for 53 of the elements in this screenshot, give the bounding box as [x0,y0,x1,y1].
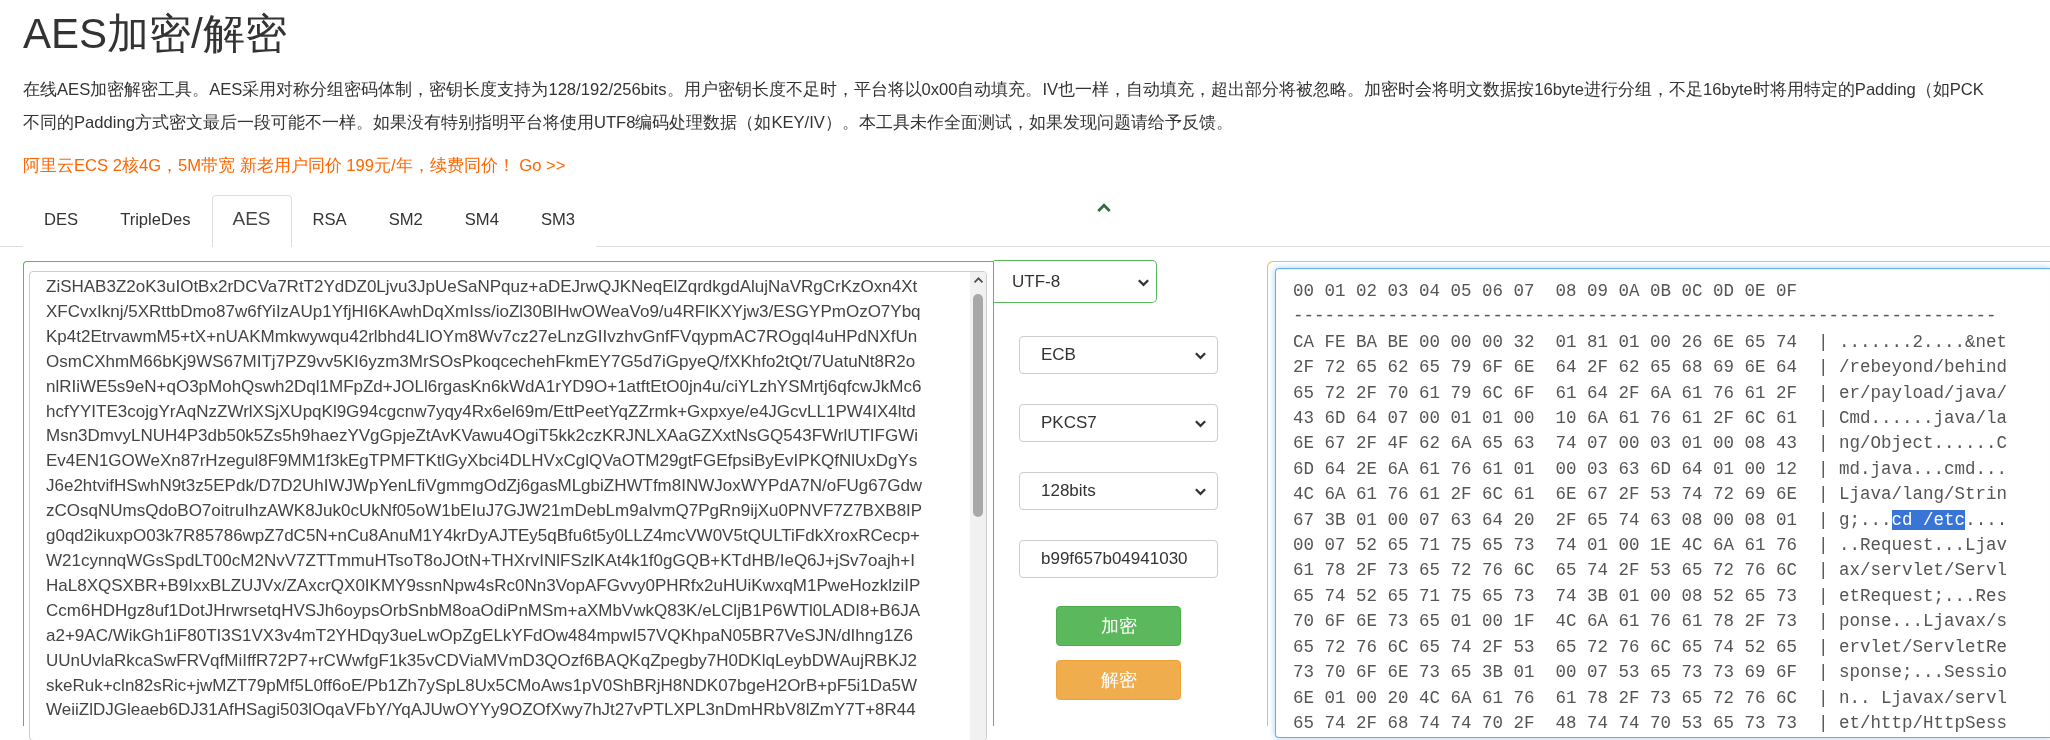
hex-line: 6D 64 2E 6A 61 76 61 01 00 03 63 6D 64 01 00 12 | md.java...cmd... [1293,457,2008,481]
hex-header: 00 01 02 03 04 05 06 07 08 09 0A 0B 0C 0D 0E 0F [1293,280,1798,303]
scroll-up-icon [972,276,984,284]
text-line: W21cynnqWGsSpdLT00cM2NvV7ZTTmmuHTsoT8oJOtN+THXrvINlFSzlKAt4k1f0gGQB+KTdHB/IeQ6J+jSv7oajh+I [46,549,915,572]
chevron-down-icon [1194,486,1207,496]
ciphertext-area[interactable] [29,271,987,740]
chevron-down-icon [1194,350,1207,360]
hex-line: CA FE BA BE 00 00 00 32 01 81 01 00 26 6E 65 74 | .......2....&net [1293,330,2008,354]
text-line: OsmCXhmM66bKj9WS67MITj7PZ9vv5KI6yzm3MrSOsPkoqcechehFkmEY7G5d7iGpyeQ/fXKhfo2tQt/7UatuNt8R2o [46,350,916,373]
dropdown[interactable]: ECB [1019,336,1218,374]
text-line: Ccm6HDHgz8uf1DotJHrwrsetqHVSJh6oypsOrbSnbM8oaOdiPnMSm+aXMbVwkQ83K/eLCljB1P6WTl0LADI8+B6JA [46,599,920,622]
separator-line: ------------------------------------------------------------------- [1293,305,1997,329]
hex-line: 67 3B 01 00 07 63 64 20 2F 65 74 63 08 00 08 01 | g;...cd /etc.... [1293,508,2008,532]
text-line: hcfYYITE3cojgYrAqNzZWrlXSjXUpqKl9G94cgcnw7yqy4Rx6el69m/EttPeetYqZZrmk+Gxpxye/e4JGcvLL1PW4IX4ltd [46,400,916,423]
hex-line: 6E 01 00 20 4C 6A 61 76 61 78 2F 73 65 72 76 6C | n.. Ljavax/servl [1293,686,2008,710]
hex-dump-area[interactable] [1275,268,2050,738]
text-line: nlRIiWE5s9eN+qO3pMohQswh2Dql1MFpZd+JOLl6rgasKn6kWdA1rYD9O+1atftEtO0jn4u/ciYLzhYSMrtj6qfcwJkMc6 [46,375,922,398]
text-line: ZiSHAB3Z2oK3uIOtBx2rDCVa7RtT2YdDZ0Ljvu3JpUeSaNPquz+aDEJrwQJKNeqElZqrdkgdAlujNaVRgCrKzOxn4Xt [46,276,918,298]
text-line: UUnUvlaRkcaSwFRVqfMiIffR72P7+rCWwfgF1k35vCDViaMVmD3QOzf6BAQKqZpegby7H0DKlqLeybDWAujRBKJ2 [46,649,917,672]
hex-line: 2F 72 65 62 65 79 6F 6E 64 2F 62 65 68 69 6E 64 | /rebeyond/behind [1293,356,2008,380]
description-text: 不同的Padding方式密文最后一段可能不一样。如果没有特别指明平台将使用UTF8编码处理数据（如KEY/IV）。本工具未作全面测试，如果发现问题请给予反馈。 [23,112,1233,134]
key-field[interactable]: b99f657b04941030 [1019,540,1218,578]
text-line: zCOsqNUmsQdoBO7oitruIhzAWK8Juk0cUkNf05oW1bEIuJ7GJW21mDebLm9aIvmQ7PgRn9ijXu0PNVF7Z7BXB8IP [46,500,923,523]
page-title: AES加密/解密 [23,10,287,58]
hex-line: 00 07 52 65 71 75 65 73 74 01 00 1E 4C 6A 61 76 | ..Request...Ljav [1293,534,2008,558]
chevron-up-icon [1096,202,1113,213]
hex-line: 65 74 52 65 71 75 65 73 74 3B 01 00 08 52 65 73 | etRequest;...Res [1293,584,2008,608]
text-line: a2+9AC/WikGh1iF80TI3S1VX3v4mT2YHDqy3ueLwOpZgELkYFdOw484mpwI57VQKhpaN05BR7VeSJN/dIhng1Z6 [46,624,913,647]
dropdown[interactable]: 128bits [1019,472,1218,510]
hex-line: 4C 6A 61 76 61 2F 6C 61 6E 67 2F 53 74 72 69 6E | Ljava/lang/Strin [1293,483,2008,507]
scrollbar[interactable] [970,272,986,740]
hex-line: 65 72 76 6C 65 74 2F 53 65 72 76 6C 65 74 52 65 | ervlet/ServletRe [1293,635,2008,659]
text-line: WeiiZlDJGleaeb6DJ31AfHSagi503lOqaVFbY/YqAJUwOYYy9OZOfXwy7hJt27vPTLXPL3nDmHRbV8lZmY7T+8R44 [46,699,916,722]
text-line: Ev4EN1GOWeXn87rHzegul8F9MM1f3kEgTPMFTKtlGyXbci4DLHVxCglQVaOTM29gtFGEfpsiByEvIPKQfNlUxDgYs [46,450,918,473]
text-line: J6e2htvifHSwhN9t3z5EPdk/D7D2UhIWJWpYenLfiVgmmgOdZj6gasMLgbiZHWTfm8INWJoxWYPdA7N/oFUg67Gdw [46,475,923,498]
text-line: g0qd2ikuxpO03k7R85786wpZ7dC5N+nCu8AnuM1Y4krDyAJTEy5qBfu6t5y0LLZ4mcVW0V5tQULTiFdkXroxRCecp+ [46,525,921,548]
chevron-down-icon [1137,277,1150,287]
hex-line: 70 6F 6E 73 65 01 00 1F 4C 6A 61 76 61 78 2F 73 | ponse...Ljavax/s [1293,610,2008,634]
description-text: 在线AES加密解密工具。AES采用对称分组密码体制，密钥长度支持为128/192/256bits。用户密钥长度不足时，平台将以0x00自动填充。IV也一样，自动填充，超出部分将被忽略。加密时会将明文数据按16byte进行分组，不足16byte时将用特定的Padding（如PCK [23,79,1984,101]
text-line: HaL8XQSXBR+B9IxxBLZUJVx/ZAxcrQX0IKMY9ssnNpw4sRc0Nn3VopAFGvvy0PHRfx2uHUiKwxqM1PweHozklziIP [46,574,921,597]
dropdown[interactable]: PKCS7 [1019,404,1218,442]
hex-line: 65 72 2F 70 61 79 6C 6F 61 64 2F 6A 61 76 61 2F | er/payload/java/ [1293,381,2008,405]
hex-line: 65 74 2F 68 74 74 70 2F 48 74 74 70 53 65 73 73 | et/http/HttpSess [1293,711,2008,735]
tab[interactable]: AES [211,195,292,247]
hex-line: 61 78 2F 73 65 72 76 6C 65 74 2F 53 65 72 76 6C | ax/servlet/Servl [1293,559,2008,583]
text-line: Kp4t2EtrvawmM5+tX+nUAKMmkwywqu42rlbhd4LIOYm8Wv7cz27eLnzGIIvzhvGnfFVqypmAC7ROgqI4uHPdNXfUn [46,325,918,348]
text-line: skeRuk+cln82sRic+jwMZT79pMf5L0ff6oE/Pb1Zh7ySpL8Ux5CMoAws1pV0ShBRjH8NDK07bgeH2OrB+pF5i1Da5W [46,674,918,697]
chevron-down-icon [1194,418,1207,428]
text-line: XFCvxIknj/5XRttbDmo87w6fYiIzAUp1YfjHI6KAwhDqXmIss/ioZl30BlHwOWeaVo9/u4RFlKXYjw3/ESGYPmOzO7Ybq [46,300,921,323]
hex-line: 73 70 6F 6E 73 65 3B 01 00 07 53 65 73 73 69 6F | sponse;...Sessio [1293,661,2008,685]
hex-line: 6E 67 2F 4F 62 6A 65 63 74 07 00 03 01 00 08 43 | ng/Object......C [1293,432,2008,456]
text-line: Msn3DmvyLNUH4P3db50k5Zs5h9haezYVgGpjeZtAvKVawu4OgiT5kk2czKRJNLXAaGZXxtNsGQ543FWrlUTIFGWi [46,425,919,448]
hex-line: 43 6D 64 07 00 01 01 00 10 6A 61 76 61 2F 6C 61 | Cmd......java/la [1293,407,2008,431]
